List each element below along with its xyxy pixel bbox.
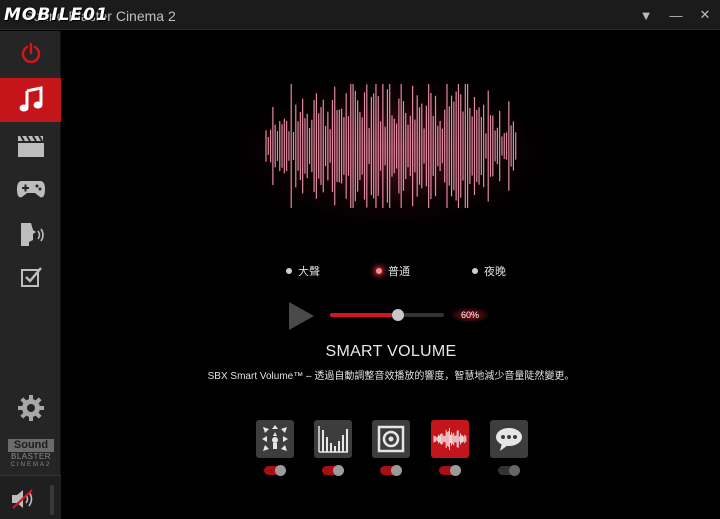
play-icon (289, 302, 314, 330)
toggle-knob (333, 465, 344, 476)
radio-dot (286, 268, 292, 274)
brand-line2: BLASTER (11, 452, 51, 461)
close-icon: ✕ (699, 7, 711, 22)
toggle-knob (391, 465, 402, 476)
music-note-icon (19, 86, 42, 112)
effect-surround-toggle[interactable] (264, 465, 286, 476)
sidebar-item-checklist[interactable] (0, 255, 61, 299)
sidebar-item-power[interactable] (0, 31, 61, 75)
watermark-text: MOBILE01 (4, 5, 109, 25)
voice-icon (20, 223, 44, 246)
master-volume-slider[interactable] (50, 485, 54, 515)
effect-dialog-plus-toggle[interactable] (498, 465, 520, 476)
effect-bass-toggle[interactable] (380, 465, 402, 476)
effect-crystalizer-button[interactable] (314, 420, 352, 458)
sidebar-item-movie[interactable] (0, 124, 61, 168)
sound-blaster-logo: Sound BLASTER CINEMA2 (8, 439, 54, 468)
close-button[interactable]: ✕ (695, 6, 715, 24)
effect-surround-button[interactable] (256, 420, 294, 458)
sidebar-item-settings[interactable] (0, 386, 61, 430)
sidebar-item-music[interactable] (0, 78, 61, 122)
speech-bubble-icon (496, 428, 522, 451)
toggle-knob (450, 465, 461, 476)
mode-loud-radio[interactable]: 大聲 (286, 263, 320, 279)
gear-icon (17, 395, 44, 421)
effect-smart-volume (431, 420, 469, 476)
sidebar-item-voice[interactable] (0, 212, 61, 256)
toggle-knob (275, 465, 286, 476)
radio-dot (376, 268, 382, 274)
brand-line3: CINEMA2 (10, 462, 52, 468)
level-slider-fill (330, 313, 399, 317)
mode-label: 夜晚 (484, 266, 506, 278)
effect-dialog-plus (490, 420, 528, 476)
chevron-down-icon: ▼ (639, 7, 653, 23)
feature-description: SBX Smart Volume™ – 透過自動調整音效播放的響度，智慧地減少音… (207, 371, 575, 382)
feature-title: SMART VOLUME (325, 343, 457, 360)
main-panel: 大聲 普通 夜晚 60% SMART VOLUME SBX Smart Volu… (62, 31, 720, 519)
mode-normal-radio[interactable]: 普通 (376, 263, 410, 279)
radio-dot (472, 268, 478, 274)
minimize-button[interactable]: — (666, 6, 686, 24)
speaker-muted-icon (12, 489, 33, 509)
speaker-icon (377, 425, 405, 453)
effect-bass (372, 420, 410, 476)
effect-crystalizer-toggle[interactable] (322, 465, 344, 476)
sidebar-item-game[interactable] (0, 167, 61, 211)
waveform-visualization (265, 84, 517, 208)
mode-label: 大聲 (298, 266, 320, 278)
effect-crystalizer (314, 420, 352, 476)
effect-bar (62, 420, 720, 480)
effect-smart-volume-toggle[interactable] (439, 465, 461, 476)
mode-night-radio[interactable]: 夜晚 (472, 263, 506, 279)
effect-dialog-plus-button[interactable] (490, 420, 528, 458)
checkbox-icon (20, 267, 42, 287)
effect-bass-button[interactable] (372, 420, 410, 458)
level-percent: 60% (452, 308, 488, 322)
sidebar: Sound BLASTER CINEMA2 (0, 31, 61, 519)
brand-line1: Sound (8, 439, 54, 452)
watermark-logo: MOBILE01 (4, 2, 109, 28)
effect-smart-volume-button[interactable] (431, 420, 469, 458)
level-slider[interactable] (330, 309, 444, 321)
mode-label: 普通 (388, 266, 410, 278)
mute-button[interactable] (8, 486, 38, 512)
toggle-knob (509, 465, 520, 476)
gamepad-icon (16, 181, 45, 198)
clapperboard-icon (17, 135, 44, 157)
equalizer-bars-icon (318, 426, 348, 453)
power-icon (21, 42, 40, 64)
minimize-icon: — (669, 7, 683, 23)
waveform-icon (433, 427, 467, 451)
title-bar: Sound Blaster Cinema 2 MOBILE01 ▼ — ✕ (0, 0, 720, 30)
level-slider-thumb[interactable] (392, 309, 405, 321)
volume-mode-selector: 大聲 普通 夜晚 (62, 263, 720, 279)
surround-icon (262, 425, 288, 451)
dropdown-button[interactable]: ▼ (636, 6, 656, 24)
play-button[interactable] (286, 301, 316, 331)
effect-surround (256, 420, 294, 476)
